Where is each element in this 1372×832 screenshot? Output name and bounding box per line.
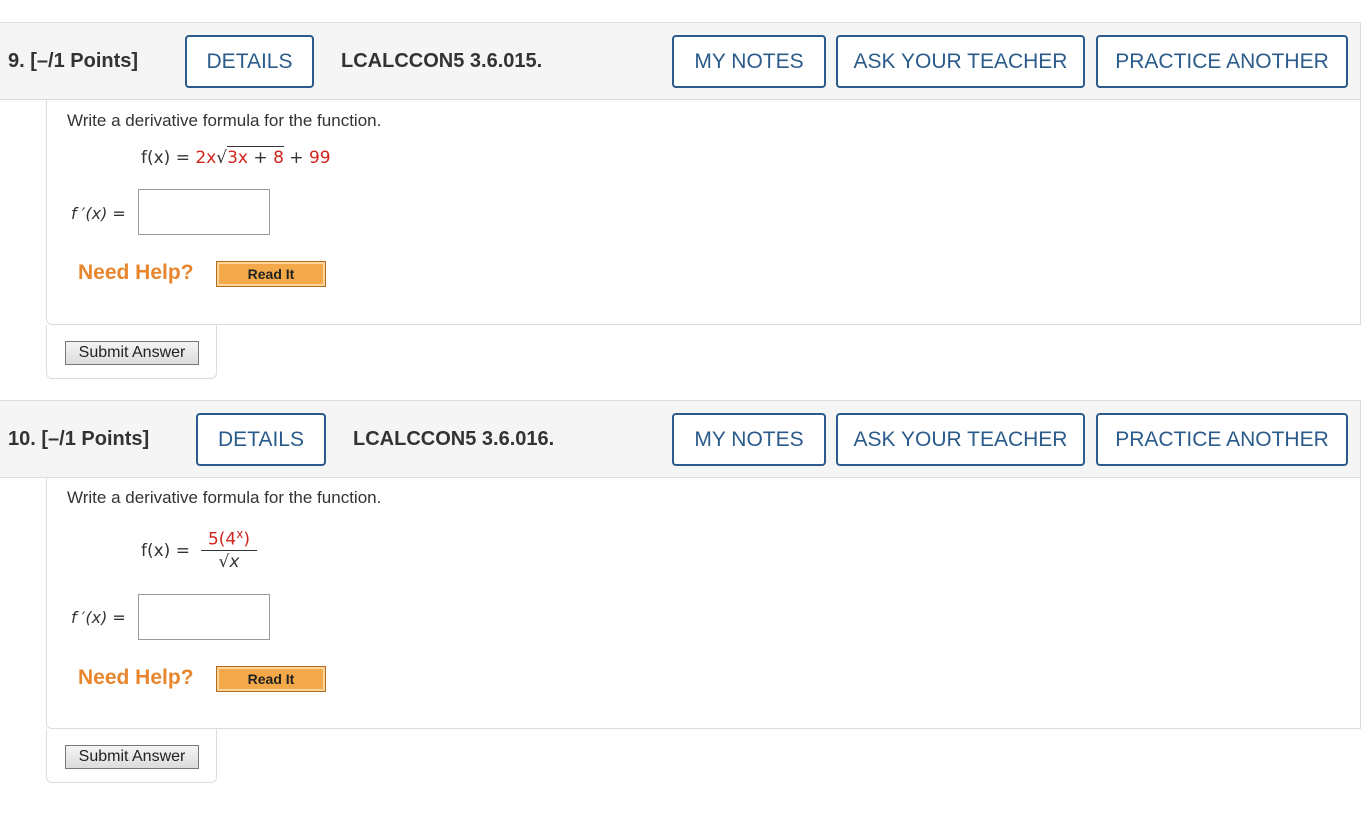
read-it-button[interactable]: Read It (216, 666, 326, 692)
question-9-body: Write a derivative formula for the funct… (46, 100, 1361, 325)
function-fraction: 5(4x) √x (201, 524, 257, 573)
details-button[interactable]: DETAILS (196, 413, 326, 466)
question-number: 9. [–/1 Points] (8, 50, 139, 72)
question-number: 10. [–/1 Points] (8, 428, 150, 450)
question-9-header: 9. [–/1 Points] DETAILS LCALCCON5 3.6.01… (0, 22, 1361, 100)
answer-input[interactable] (138, 594, 270, 640)
answer-input[interactable] (138, 189, 270, 235)
answer-label: f ′(x) = (71, 608, 126, 627)
sqrt-symbol: √ (218, 551, 230, 572)
answer-label: f ′(x) = (71, 204, 126, 223)
fraction-numerator: 5(4x) (201, 524, 257, 551)
need-help-label: Need Help? (78, 666, 194, 689)
fraction-denominator: √x (218, 549, 240, 572)
submit-answer-button[interactable]: Submit Answer (65, 745, 199, 769)
need-help-label: Need Help? (78, 261, 194, 284)
my-notes-button[interactable]: MY NOTES (672, 413, 826, 466)
ask-your-teacher-button[interactable]: ASK YOUR TEACHER (836, 413, 1085, 466)
instruction-text: Write a derivative formula for the funct… (67, 111, 382, 130)
function-expression: f(x) = 2x√3x + 8 + 99 (141, 146, 331, 168)
read-it-button[interactable]: Read It (216, 261, 326, 287)
submit-area: Submit Answer (46, 729, 217, 783)
question-10-body: Write a derivative formula for the funct… (46, 478, 1361, 729)
function-lhs: f(x) = (141, 541, 190, 561)
problem-code: LCALCCON5 3.6.015. (341, 50, 543, 72)
instruction-text: Write a derivative formula for the funct… (67, 488, 382, 507)
details-button[interactable]: DETAILS (185, 35, 314, 88)
practice-another-button[interactable]: PRACTICE ANOTHER (1096, 413, 1348, 466)
problem-code: LCALCCON5 3.6.016. (353, 428, 555, 450)
question-10-header: 10. [–/1 Points] DETAILS LCALCCON5 3.6.0… (0, 400, 1361, 478)
submit-answer-button[interactable]: Submit Answer (65, 341, 199, 365)
ask-your-teacher-button[interactable]: ASK YOUR TEACHER (836, 35, 1085, 88)
practice-another-button[interactable]: PRACTICE ANOTHER (1096, 35, 1348, 88)
sqrt-symbol: √ (216, 148, 228, 168)
my-notes-button[interactable]: MY NOTES (672, 35, 826, 88)
submit-area: Submit Answer (46, 325, 217, 379)
